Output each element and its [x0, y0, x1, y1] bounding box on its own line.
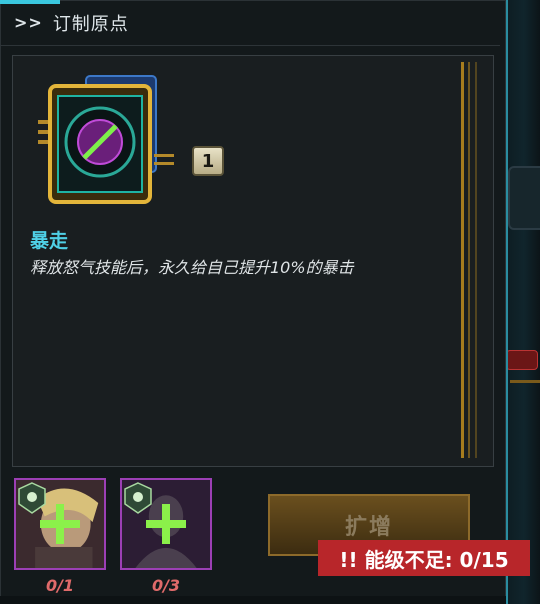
- customize-origin-panel: >> 订制原点 1 暴走 释放怒气技能后，永久给自己提升10%的暴击 0/1 0…: [0, 0, 508, 604]
- insufficient-level-warning: !! 能级不足: 0/15: [318, 540, 530, 576]
- emblem-icon: [508, 166, 540, 230]
- bottom-strip: [0, 596, 506, 604]
- skill-description: 释放怒气技能后，永久给自己提升10%的暴击: [30, 258, 354, 277]
- skill-name: 暴走: [30, 230, 69, 252]
- origin-badge-icon: [124, 482, 152, 514]
- panel-header: >> 订制原点: [0, 0, 500, 46]
- character-slot-2[interactable]: [120, 478, 212, 570]
- background-badge: [506, 350, 538, 370]
- slot-2-count: 0/3: [151, 576, 181, 595]
- chevron-icon: >>: [14, 13, 43, 32]
- skill-level-badge: 1: [192, 146, 224, 176]
- origin-badge-icon: [18, 482, 46, 514]
- slot-1-count: 0/1: [45, 576, 75, 595]
- character-slot-1[interactable]: [14, 478, 106, 570]
- rampage-skill-icon[interactable]: [36, 74, 176, 214]
- panel-title: 订制原点: [52, 13, 129, 35]
